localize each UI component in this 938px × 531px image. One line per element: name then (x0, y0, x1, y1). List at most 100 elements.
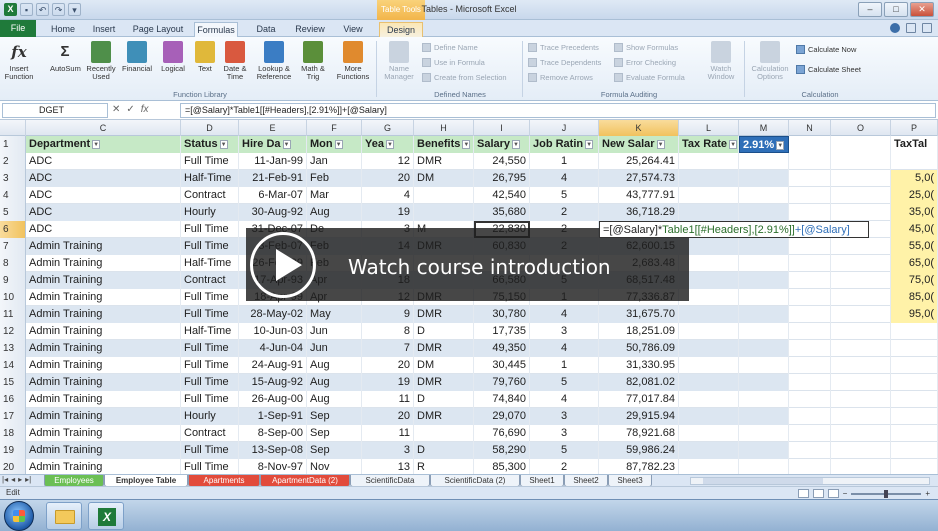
cell-benefits[interactable]: DM (414, 357, 474, 374)
cell-years[interactable]: 19 (362, 374, 414, 391)
name-manager-button[interactable]: Name Manager (382, 41, 416, 81)
math-trig-button[interactable]: Math & Trig (298, 41, 328, 81)
cell-status[interactable]: Full Time (181, 153, 239, 170)
financial-button[interactable]: Financial (122, 41, 152, 73)
cell-percent[interactable] (739, 442, 789, 459)
cell-hire-date[interactable]: 28-May-02 (239, 306, 307, 323)
define-name-button[interactable]: Define Name (422, 43, 478, 52)
column-header-f[interactable]: F (307, 120, 362, 136)
cell-department[interactable]: Admin Training (26, 391, 181, 408)
row-number[interactable]: 19 (0, 442, 26, 459)
cell-job-rating[interactable]: 3 (530, 323, 599, 340)
cell-years[interactable]: 12 (362, 153, 414, 170)
cell-hire-date[interactable]: 26-Aug-00 (239, 391, 307, 408)
zoom-slider[interactable] (851, 489, 922, 498)
cell-taxtable[interactable]: 25,0( (891, 187, 938, 204)
row-number[interactable]: 11 (0, 306, 26, 323)
cell-job-rating[interactable]: 1 (530, 153, 599, 170)
cell-department[interactable]: Admin Training (26, 408, 181, 425)
cell-new-salary-editing[interactable]: =[@Salary]*Table1[[#Headers],[2.91%]]+[@… (599, 221, 869, 238)
row-number[interactable]: 9 (0, 272, 26, 289)
row-number[interactable]: 10 (0, 289, 26, 306)
cell-tax-rate[interactable] (679, 425, 739, 442)
cell-new-salary[interactable]: 77,017.84 (599, 391, 679, 408)
empty-cell[interactable] (831, 442, 891, 459)
calculate-now-button[interactable]: Calculate Now (796, 45, 856, 54)
cell-percent[interactable] (739, 238, 789, 255)
cell-percent[interactable] (739, 425, 789, 442)
cell-department[interactable]: Admin Training (26, 272, 181, 289)
cell-department[interactable]: ADC (26, 187, 181, 204)
lookup-reference-button[interactable]: Lookup & Reference (254, 41, 294, 81)
cell-percent[interactable] (739, 408, 789, 425)
empty-cell[interactable] (831, 136, 891, 153)
cell-month[interactable]: Jan (307, 153, 362, 170)
cell-department[interactable]: Admin Training (26, 323, 181, 340)
cell-salary[interactable]: 49,350 (474, 340, 530, 357)
cell-department[interactable]: Admin Training (26, 425, 181, 442)
scrollbar-thumb[interactable] (703, 478, 823, 484)
cell-tax-rate[interactable] (679, 170, 739, 187)
cell-new-salary[interactable]: 18,251.09 (599, 323, 679, 340)
row-number[interactable]: 2 (0, 153, 26, 170)
cell-department[interactable]: Admin Training (26, 459, 181, 474)
cell-salary[interactable]: 76,690 (474, 425, 530, 442)
cell-status[interactable]: Half-Time (181, 255, 239, 272)
zoom-out-icon[interactable]: − (843, 489, 848, 498)
cell-department[interactable]: Admin Training (26, 374, 181, 391)
cell-taxtable[interactable] (891, 408, 938, 425)
cell-tax-rate[interactable] (679, 408, 739, 425)
empty-cell[interactable] (789, 136, 831, 153)
cell-month[interactable]: Sep (307, 425, 362, 442)
empty-cell[interactable] (831, 255, 891, 272)
cell-taxtable[interactable]: 55,0( (891, 238, 938, 255)
cell-department[interactable]: ADC (26, 221, 181, 238)
column-header-c[interactable]: C (26, 120, 181, 136)
cell-new-salary[interactable]: 78,921.68 (599, 425, 679, 442)
cell-benefits[interactable] (414, 204, 474, 221)
cell-department[interactable]: Admin Training (26, 255, 181, 272)
cell-status[interactable]: Full Time (181, 357, 239, 374)
cell-status[interactable]: Hourly (181, 204, 239, 221)
tab-home[interactable]: Home (48, 22, 78, 37)
column-header-d[interactable]: D (181, 120, 239, 136)
horizontal-scrollbar[interactable] (690, 477, 930, 485)
cell-tax-rate[interactable] (679, 442, 739, 459)
filter-dropdown-icon[interactable]: ▼ (385, 139, 394, 149)
empty-cell[interactable] (831, 408, 891, 425)
cell-month[interactable]: Aug (307, 204, 362, 221)
cell-taxtable[interactable] (891, 357, 938, 374)
cell-status[interactable]: Half-Time (181, 170, 239, 187)
cell-benefits[interactable]: D (414, 391, 474, 408)
row-number[interactable]: 3 (0, 170, 26, 187)
cell-benefits[interactable]: DM (414, 170, 474, 187)
evaluate-formula-button[interactable]: Evaluate Formula (614, 73, 685, 82)
cell-hire-date[interactable]: 8-Sep-00 (239, 425, 307, 442)
cell-job-rating[interactable]: 4 (530, 170, 599, 187)
row-number[interactable]: 8 (0, 255, 26, 272)
cell-tax-rate[interactable] (679, 306, 739, 323)
cell-salary[interactable]: 35,680 (474, 204, 530, 221)
select-all-corner[interactable] (0, 120, 26, 136)
cell-salary[interactable]: 79,760 (474, 374, 530, 391)
empty-cell[interactable] (831, 272, 891, 289)
tab-formulas[interactable]: Formulas (194, 22, 238, 37)
cell-percent[interactable] (739, 306, 789, 323)
header-taxtable[interactable]: TaxTal (891, 136, 938, 153)
header-status[interactable]: Status ▼ (181, 136, 239, 153)
cell-percent[interactable] (739, 204, 789, 221)
filter-dropdown-icon[interactable]: ▼ (92, 139, 101, 149)
cell-job-rating[interactable]: 5 (530, 374, 599, 391)
cell-salary[interactable]: 58,290 (474, 442, 530, 459)
filter-dropdown-icon[interactable]: ▼ (656, 139, 665, 149)
cell-month[interactable]: Jun (307, 340, 362, 357)
create-from-selection-button[interactable]: Create from Selection (422, 73, 507, 82)
empty-cell[interactable] (831, 374, 891, 391)
cell-percent[interactable] (739, 170, 789, 187)
cell-new-salary[interactable]: 29,915.94 (599, 408, 679, 425)
cell-new-salary[interactable]: 25,264.41 (599, 153, 679, 170)
cell-hire-date[interactable]: 21-Feb-91 (239, 170, 307, 187)
row-number[interactable]: 17 (0, 408, 26, 425)
empty-cell[interactable] (789, 374, 831, 391)
header-years[interactable]: Yea ▼ (362, 136, 414, 153)
